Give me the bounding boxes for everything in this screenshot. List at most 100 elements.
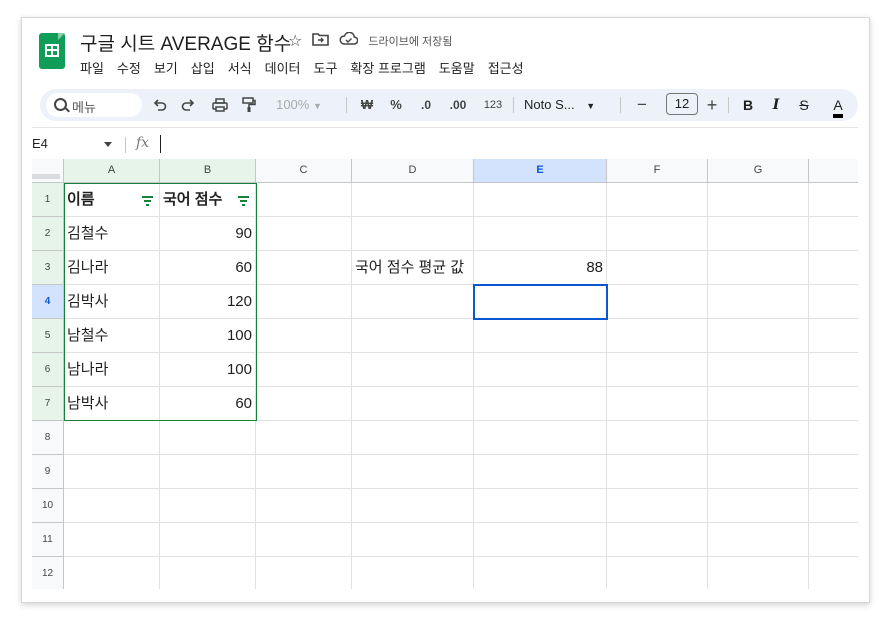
grid-cell-f5[interactable] — [607, 319, 708, 353]
grid-cell-a11[interactable] — [64, 523, 160, 557]
formula-input[interactable] — [160, 135, 161, 153]
grid-cell-g12[interactable] — [708, 557, 809, 589]
currency-format-button[interactable]: ₩ — [356, 89, 378, 121]
grid-cell-f3[interactable] — [607, 251, 708, 285]
column-header-d[interactable]: D — [352, 159, 474, 183]
grid-cell-h12[interactable] — [809, 557, 858, 589]
select-all-corner[interactable] — [32, 159, 64, 183]
grid-cell-f10[interactable] — [607, 489, 708, 523]
grid-cell-g8[interactable] — [708, 421, 809, 455]
menu-accessibility[interactable]: 접근성 — [488, 58, 524, 77]
grid-cell-e10[interactable] — [474, 489, 607, 523]
grid-cell-e2[interactable] — [474, 217, 607, 251]
sheets-logo[interactable] — [39, 33, 65, 69]
grid-cell-g2[interactable] — [708, 217, 809, 251]
cell-a7[interactable]: 남박사 — [64, 387, 160, 421]
grid-cell-g3[interactable] — [708, 251, 809, 285]
grid-cell-e1[interactable] — [474, 183, 607, 217]
grid-cell-d10[interactable] — [352, 489, 474, 523]
move-to-folder-icon[interactable] — [312, 32, 330, 51]
cell-b1[interactable]: 국어 점수 — [160, 183, 256, 217]
redo-icon[interactable] — [178, 89, 198, 121]
name-box-caret-icon[interactable] — [104, 142, 112, 147]
grid-cell-c3[interactable] — [256, 251, 352, 285]
menu-file[interactable]: 파일 — [80, 58, 104, 77]
grid-cell-f7[interactable] — [607, 387, 708, 421]
grid-cell-c9[interactable] — [256, 455, 352, 489]
row-header-7[interactable]: 7 — [32, 387, 64, 421]
cell-b6[interactable]: 100 — [160, 353, 256, 387]
strikethrough-button[interactable]: S — [794, 89, 814, 121]
column-header-a[interactable]: A — [64, 159, 160, 183]
grid-cell-d8[interactable] — [352, 421, 474, 455]
grid-cell-f6[interactable] — [607, 353, 708, 387]
grid-cell-h2[interactable] — [809, 217, 858, 251]
menu-edit[interactable]: 수정 — [117, 58, 141, 77]
row-header-2[interactable]: 2 — [32, 217, 64, 251]
grid-cell-h4[interactable] — [809, 285, 858, 319]
menu-data[interactable]: 데이터 — [265, 58, 301, 77]
font-family-select[interactable]: Noto S... ▼ — [524, 89, 606, 121]
decrease-decimal-button[interactable]: .0 — [414, 89, 438, 121]
name-box[interactable]: E4 — [32, 136, 48, 151]
grid-cell-g11[interactable] — [708, 523, 809, 557]
cell-b2[interactable]: 90 — [160, 217, 256, 251]
grid-cell-h6[interactable] — [809, 353, 858, 387]
grid-cell-g6[interactable] — [708, 353, 809, 387]
font-size-decrease-button[interactable]: − — [632, 89, 652, 121]
grid-cell-b8[interactable] — [160, 421, 256, 455]
grid-cell-f2[interactable] — [607, 217, 708, 251]
grid-cell-h1[interactable] — [809, 183, 858, 217]
zoom-select[interactable]: 100% ▼ — [274, 89, 324, 121]
filter-icon[interactable] — [142, 196, 153, 206]
grid-cell-c2[interactable] — [256, 217, 352, 251]
grid-cell-h7[interactable] — [809, 387, 858, 421]
grid-cell-c1[interactable] — [256, 183, 352, 217]
column-header-h[interactable] — [809, 159, 858, 183]
cell-b7[interactable]: 60 — [160, 387, 256, 421]
column-header-g[interactable]: G — [708, 159, 809, 183]
cell-a2[interactable]: 김철수 — [64, 217, 160, 251]
grid-cell-a10[interactable] — [64, 489, 160, 523]
row-header-12[interactable]: 12 — [32, 557, 64, 589]
bold-button[interactable]: B — [738, 89, 758, 121]
grid-cell-e5[interactable] — [474, 319, 607, 353]
grid-cell-b10[interactable] — [160, 489, 256, 523]
row-header-1[interactable]: 1 — [32, 183, 64, 217]
grid-cell-h10[interactable] — [809, 489, 858, 523]
row-header-10[interactable]: 10 — [32, 489, 64, 523]
grid-cell-a9[interactable] — [64, 455, 160, 489]
grid-cell-c11[interactable] — [256, 523, 352, 557]
grid-cell-d11[interactable] — [352, 523, 474, 557]
grid-cell-c4[interactable] — [256, 285, 352, 319]
menu-search[interactable]: 메뉴 — [46, 93, 142, 117]
grid-cell-e9[interactable] — [474, 455, 607, 489]
grid-cell-g7[interactable] — [708, 387, 809, 421]
grid-cell-g1[interactable] — [708, 183, 809, 217]
grid-cell-e11[interactable] — [474, 523, 607, 557]
row-header-8[interactable]: 8 — [32, 421, 64, 455]
menu-extensions[interactable]: 확장 프로그램 — [350, 58, 425, 77]
grid-cell-d7[interactable] — [352, 387, 474, 421]
grid-cell-f4[interactable] — [607, 285, 708, 319]
row-header-9[interactable]: 9 — [32, 455, 64, 489]
cell-d3[interactable]: 국어 점수 평균 값 — [352, 251, 474, 285]
grid-cell-f12[interactable] — [607, 557, 708, 589]
grid-cell-b11[interactable] — [160, 523, 256, 557]
cell-b4[interactable]: 120 — [160, 285, 256, 319]
grid-cell-c12[interactable] — [256, 557, 352, 589]
grid-cell-d2[interactable] — [352, 217, 474, 251]
grid-cell-b9[interactable] — [160, 455, 256, 489]
grid-cell-d6[interactable] — [352, 353, 474, 387]
grid-cell-a8[interactable] — [64, 421, 160, 455]
grid-cell-f1[interactable] — [607, 183, 708, 217]
grid-cell-e4[interactable] — [474, 285, 607, 319]
row-header-4[interactable]: 4 — [32, 285, 64, 319]
grid-cell-c6[interactable] — [256, 353, 352, 387]
grid-cell-f11[interactable] — [607, 523, 708, 557]
text-color-button[interactable]: A — [828, 89, 848, 121]
cell-e3[interactable]: 88 — [474, 251, 607, 285]
row-header-6[interactable]: 6 — [32, 353, 64, 387]
cell-b5[interactable]: 100 — [160, 319, 256, 353]
grid-cell-e7[interactable] — [474, 387, 607, 421]
